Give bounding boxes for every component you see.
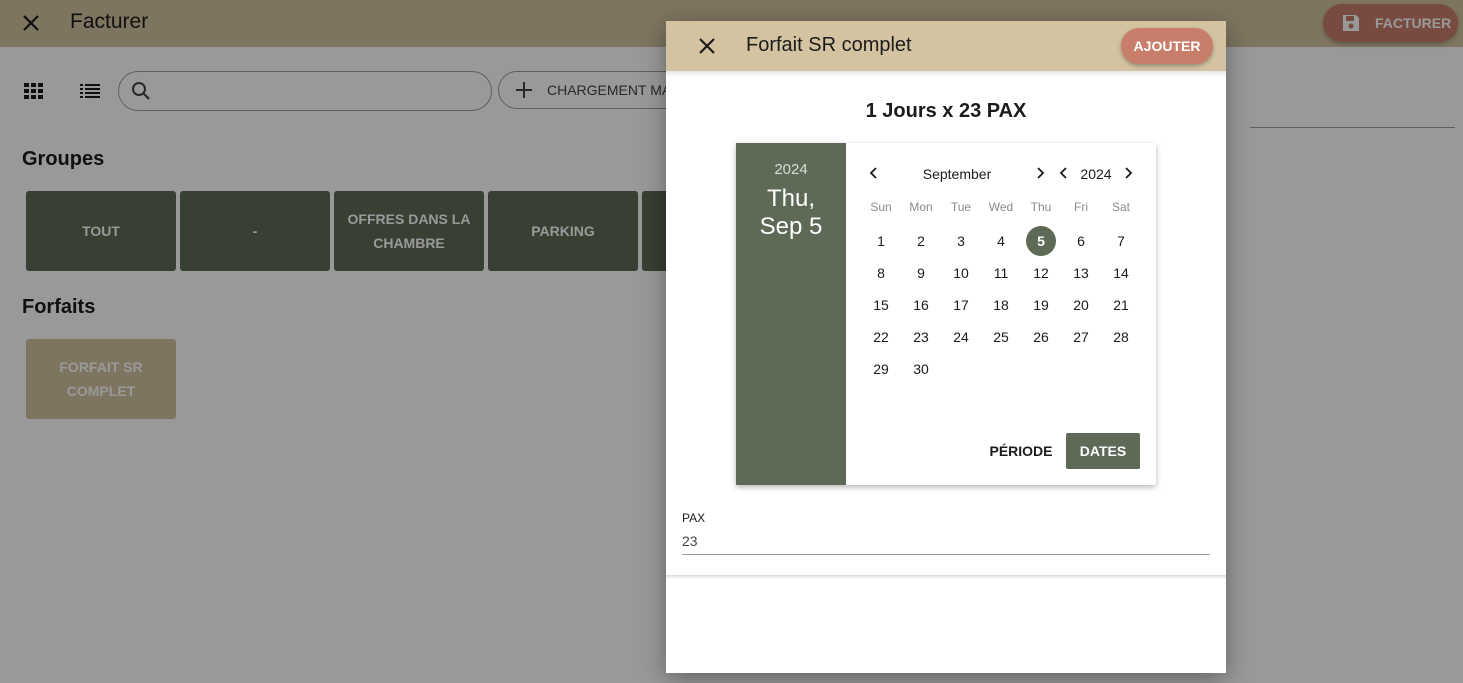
ajouter-button[interactable]: AJOUTER — [1121, 28, 1213, 64]
pax-label: PAX — [682, 511, 706, 525]
calendar-day[interactable]: 12 — [1026, 258, 1056, 288]
calendar-day[interactable]: 2 — [906, 226, 936, 256]
weekday-label: Fri — [1074, 200, 1088, 214]
calendar-day[interactable]: 29 — [866, 354, 896, 384]
header-divider — [666, 71, 1226, 77]
calendar-day[interactable]: 18 — [986, 290, 1016, 320]
prev-month-icon[interactable] — [866, 165, 882, 181]
close-icon[interactable] — [694, 33, 720, 59]
year-label: 2024 — [1080, 166, 1112, 182]
dialog-header: Forfait SR complet AJOUTER — [666, 21, 1226, 71]
calendar-day[interactable]: 9 — [906, 258, 936, 288]
weekday-label: Tue — [950, 200, 972, 214]
periode-button[interactable]: PÉRIODE — [986, 433, 1056, 469]
calendar: September 2024 PÉRIODE DATES Sun Mon Tue We… — [846, 143, 1156, 485]
weekday-label: Thu — [1030, 200, 1052, 214]
month-label: September — [922, 166, 992, 182]
weekday-label: Mon — [909, 200, 933, 214]
calendar-day[interactable]: 8 — [866, 258, 896, 288]
picker-selected-date: Thu, Sep 5 — [736, 185, 846, 241]
calendar-day[interactable]: 23 — [906, 322, 936, 352]
calendar-day[interactable]: 16 — [906, 290, 936, 320]
calendar-day[interactable]: 15 — [866, 290, 896, 320]
calendar-day[interactable]: 21 — [1106, 290, 1136, 320]
calendar-day[interactable]: 1 — [866, 226, 896, 256]
summary-text: 1 Jours x 23 PAX — [865, 100, 1027, 122]
calendar-day[interactable]: 10 — [946, 258, 976, 288]
calendar-day[interactable]: 20 — [1066, 290, 1096, 320]
calendar-day[interactable]: 26 — [1026, 322, 1056, 352]
picker-date-day: Sep 5 — [759, 213, 823, 240]
weekday-label: Wed — [988, 200, 1014, 214]
weekday-label: Sat — [1111, 200, 1130, 214]
calendar-day[interactable]: 22 — [866, 322, 896, 352]
next-year-icon[interactable] — [1120, 165, 1136, 181]
calendar-day[interactable]: 4 — [986, 226, 1016, 256]
calendar-day[interactable]: 27 — [1066, 322, 1096, 352]
picker-date-weekday: Thu, — [766, 185, 816, 212]
section-divider — [666, 575, 1226, 579]
calendar-day[interactable]: 17 — [946, 290, 976, 320]
calendar-day[interactable]: 3 — [946, 226, 976, 256]
calendar-day[interactable]: 13 — [1066, 258, 1096, 288]
calendar-day[interactable]: 19 — [1026, 290, 1056, 320]
calendar-day[interactable]: 30 — [906, 354, 936, 384]
prev-year-icon[interactable] — [1056, 165, 1072, 181]
calendar-day[interactable]: 6 — [1066, 226, 1096, 256]
calendar-day[interactable]: 14 — [1106, 258, 1136, 288]
pax-input[interactable] — [682, 527, 1210, 555]
calendar-day[interactable]: 24 — [946, 322, 976, 352]
next-month-icon[interactable] — [1032, 165, 1048, 181]
selected-day[interactable]: 5 — [1026, 226, 1056, 256]
dates-button[interactable]: DATES — [1066, 433, 1140, 469]
picker-header: 2024 Thu, Sep 5 — [736, 143, 846, 485]
calendar-day[interactable]: 28 — [1106, 322, 1136, 352]
picker-year[interactable]: 2024 — [736, 161, 846, 178]
calendar-day[interactable]: 7 — [1106, 226, 1136, 256]
forfait-dialog: Forfait SR complet AJOUTER 1 Jours x 23 … — [666, 21, 1226, 673]
calendar-day[interactable]: 11 — [986, 258, 1016, 288]
weekday-label: Sun — [870, 200, 892, 214]
date-picker: 2024 Thu, Sep 5 September 2024 PÉRIODE D… — [736, 143, 1156, 485]
dialog-title: Forfait SR complet — [746, 34, 912, 56]
calendar-day[interactable]: 25 — [986, 322, 1016, 352]
